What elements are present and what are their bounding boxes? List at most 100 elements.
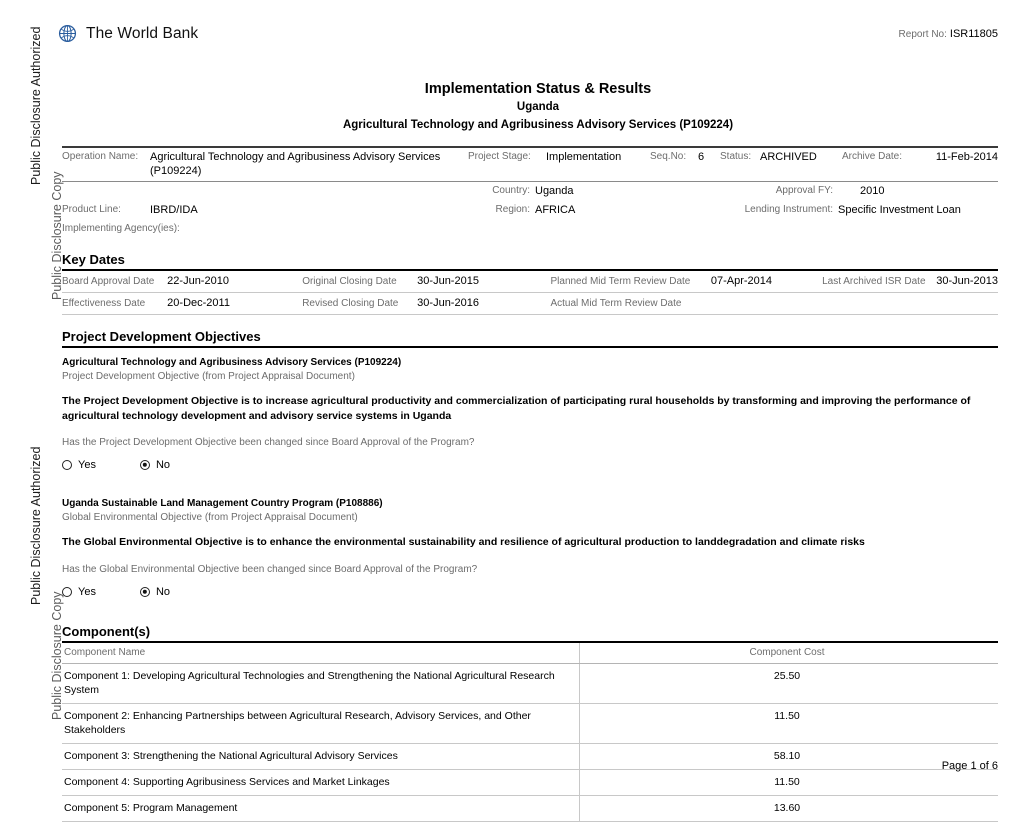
geo-radio-yes-label: Yes	[78, 585, 96, 598]
components-table: Component Name Component Cost Component …	[62, 642, 998, 822]
radio-unchecked-icon[interactable]	[62, 586, 72, 597]
components-body: Component 1: Developing Agricultural Tec…	[62, 663, 998, 822]
disclosure-authorized-label-2: Public Disclosure Authorized	[29, 446, 43, 605]
seq-no-label: Seq.No:	[650, 151, 687, 162]
geo-radio-group[interactable]: Yes No	[62, 586, 998, 598]
components-col-cost: Component Cost	[579, 642, 998, 664]
board-approval-value: 22-Jun-2010	[167, 275, 229, 287]
planned-mtr-value: 07-Apr-2014	[710, 275, 772, 287]
project-stage-value: Implementation	[546, 151, 622, 163]
archive-date-label: Archive Date:	[842, 151, 903, 162]
table-row: Component 1: Developing Agricultural Tec…	[62, 663, 998, 704]
product-line-value: IBRD/IDA	[150, 204, 198, 216]
radio-checked-icon[interactable]	[139, 460, 150, 470]
region-value: AFRICA	[535, 204, 576, 216]
geo-radio-no-label: No	[155, 585, 171, 598]
pdo-subtitle: Project Development Objective (from Proj…	[62, 371, 355, 382]
geo-objective-text: The Global Environmental Objective is to…	[62, 536, 865, 548]
geo-project-title: Uganda Sustainable Land Management Count…	[62, 498, 383, 509]
geo-radio-yes[interactable]: Yes	[62, 586, 96, 598]
component-name: Component 4: Supporting Agribusiness Ser…	[62, 769, 580, 796]
page-footer: Page 1 of 6	[941, 760, 998, 772]
public-disclosure-strip: Public Disclosure Authorized Public Disc…	[0, 0, 64, 788]
effectiveness-value: 20-Dec-2011	[167, 297, 230, 309]
title-line-1: Implementation Status & Results	[424, 81, 652, 97]
operation-row-agency: Implementing Agency(ies):	[62, 220, 998, 238]
approval-fy-label: Approval FY:	[775, 185, 833, 196]
report-number-value: ISR11805	[949, 28, 998, 40]
operation-row-region: Product Line: IBRD/IDA Region: AFRICA Le…	[62, 201, 998, 220]
pdo-radio-yes-label: Yes	[78, 459, 96, 471]
pdo-rule	[62, 346, 998, 348]
operation-row-1: Operation Name: Agricultural Technology …	[62, 148, 998, 181]
table-row: Component 4: Supporting Agribusiness Ser…	[62, 769, 998, 796]
geo-question: Has the Global Environmental Objective b…	[62, 563, 478, 575]
report-number-label: Report No:	[898, 29, 947, 40]
region-label: Region:	[495, 204, 530, 215]
operation-name-value-cont: (P109224)	[150, 165, 202, 177]
pdo-radio-no-label: No	[155, 459, 171, 471]
operation-details-table-2: Country: Uganda Approval FY: 2010 Produc…	[62, 182, 998, 238]
implementing-agency-label: Implementing Agency(ies):	[62, 223, 180, 234]
report-number: Report No: ISR11805	[899, 28, 998, 40]
page-header: The World Bank Report No: ISR11805	[56, 0, 1020, 64]
table-row: Component 3: Strengthening the National …	[62, 743, 998, 770]
lending-instrument-label: Lending Instrument:	[744, 204, 833, 215]
operation-row-country: Country: Uganda Approval FY: 2010	[62, 182, 998, 201]
board-approval-label: Board Approval Date	[62, 275, 155, 287]
pdo-objective-text: The Project Development Objective is to …	[62, 395, 971, 422]
operation-name-label: Operation Name:	[62, 151, 139, 162]
status-value: ARCHIVED	[760, 151, 817, 163]
key-dates-heading: Key Dates	[62, 252, 125, 267]
country-label: Country:	[492, 185, 530, 196]
project-stage-label: Project Stage:	[468, 151, 531, 162]
country-value: Uganda	[535, 185, 574, 197]
component-cost: 58.10	[579, 743, 998, 770]
operation-name-value: Agricultural Technology and Agribusiness…	[150, 151, 441, 163]
pdo-radio-no[interactable]: No	[139, 459, 171, 471]
actual-mtr-label: Actual Mid Term Review Date	[550, 297, 682, 309]
archive-date-value: 11-Feb-2014	[935, 151, 998, 163]
key-dates-table: Board Approval Date 22-Jun-2010 Original…	[62, 271, 998, 315]
title-line-2: Uganda	[516, 101, 560, 113]
geo-subtitle: Global Environmental Objective (from Pro…	[62, 512, 358, 523]
approval-fy-value: 2010	[860, 185, 885, 197]
last-archived-isr-value: 30-Jun-2013	[936, 275, 998, 287]
component-cost: 25.50	[579, 663, 998, 704]
pdo-project-title: Agricultural Technology and Agribusiness…	[62, 357, 402, 368]
radio-checked-icon[interactable]	[139, 586, 150, 597]
pdo-question: Has the Project Development Objective be…	[62, 437, 475, 448]
component-name: Component 2: Enhancing Partnerships betw…	[62, 703, 580, 744]
document-page: The World Bank Report No: ISR11805 Implem…	[56, 0, 1020, 822]
pdo-heading: Project Development Objectives	[62, 329, 261, 344]
radio-unchecked-icon[interactable]	[62, 460, 72, 470]
geo-radio-no[interactable]: No	[139, 585, 171, 598]
planned-mtr-label: Planned Mid Term Review Date	[550, 275, 691, 287]
world-bank-brand: The World Bank	[58, 24, 198, 43]
revised-closing-value: 30-Jun-2016	[417, 297, 479, 309]
table-row: Component 5: Program Management 13.60	[62, 795, 998, 822]
key-dates-row-2: Effectiveness Date 20-Dec-2011 Revised C…	[62, 292, 998, 315]
lending-instrument-value: Specific Investment Loan	[838, 204, 961, 216]
component-name: Component 1: Developing Agricultural Tec…	[62, 663, 580, 704]
components-header-row: Component Name Component Cost	[62, 642, 998, 664]
key-dates-row-1: Board Approval Date 22-Jun-2010 Original…	[62, 271, 998, 293]
component-name: Component 5: Program Management	[62, 795, 580, 822]
title-line-3: Agricultural Technology and Agribusiness…	[342, 119, 734, 131]
component-cost: 11.50	[579, 703, 998, 744]
disclosure-authorized-label-1: Public Disclosure Authorized	[29, 26, 43, 185]
original-closing-value: 30-Jun-2015	[417, 275, 479, 287]
components-col-name: Component Name	[62, 642, 580, 664]
seq-no-value: 6	[698, 151, 705, 163]
last-archived-isr-label: Last Archived ISR Date	[822, 275, 926, 287]
brand-name: The World Bank	[86, 24, 199, 42]
effectiveness-label: Effectiveness Date	[62, 297, 146, 309]
components-heading: Component(s)	[62, 623, 151, 639]
operation-details-table: Operation Name: Agricultural Technology …	[62, 148, 998, 181]
status-label: Status:	[720, 151, 752, 162]
pdo-radio-yes[interactable]: Yes	[62, 459, 96, 471]
pdo-radio-group[interactable]: Yes No	[62, 459, 998, 471]
component-cost: 11.50	[579, 769, 998, 796]
page-title: Implementation Status & Results Uganda A…	[56, 80, 1020, 134]
component-name: Component 3: Strengthening the National …	[62, 743, 580, 770]
